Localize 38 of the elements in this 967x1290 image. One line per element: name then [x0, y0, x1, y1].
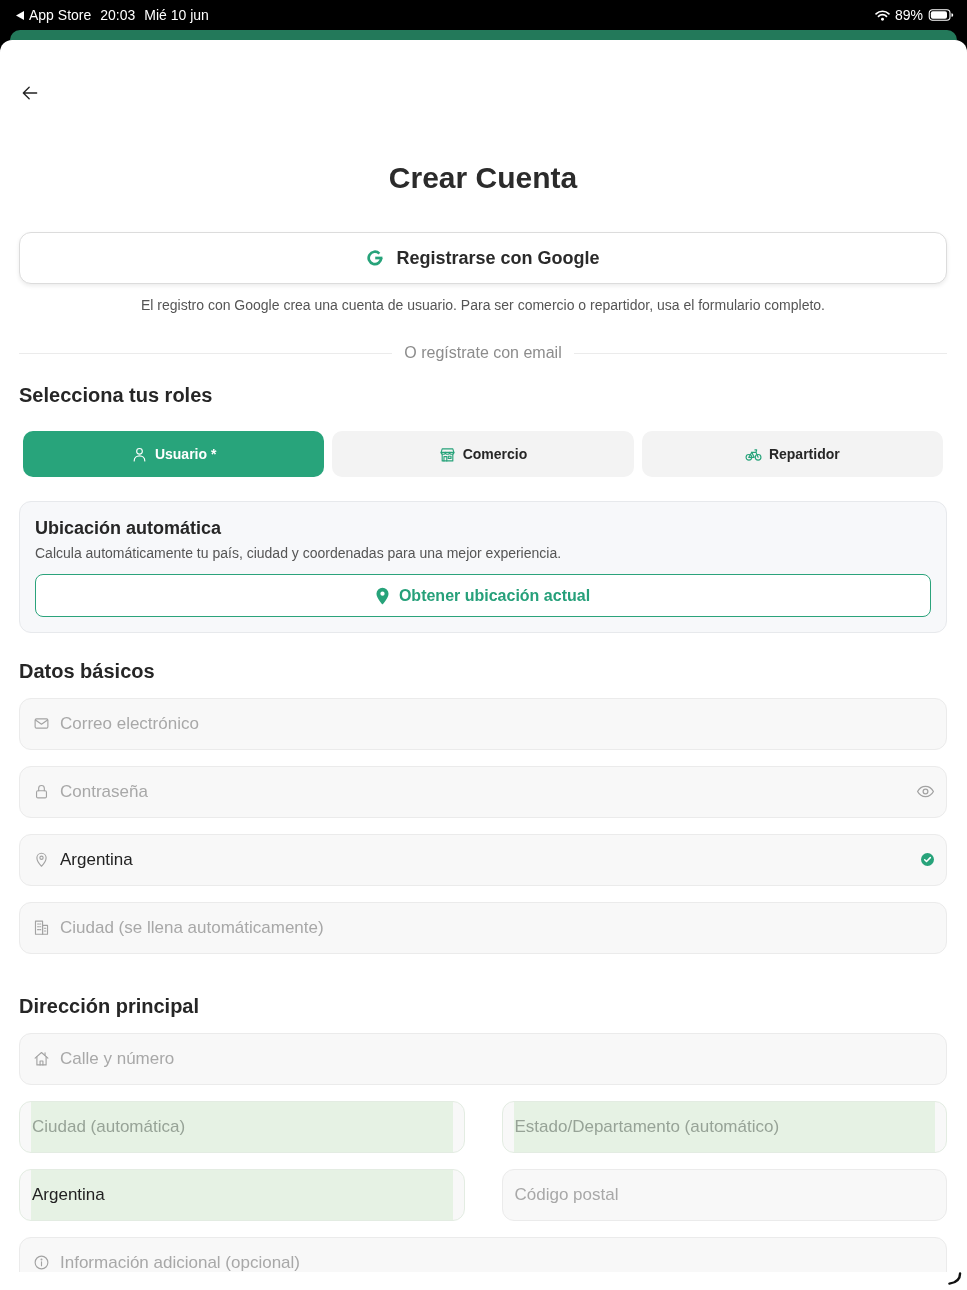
role-tab[interactable]: Comercio	[332, 431, 634, 477]
text-field[interactable]: Ciudad (automática)	[19, 1101, 465, 1153]
clock-time: 20:03	[100, 7, 136, 23]
password-field[interactable]: Contraseña	[19, 766, 947, 818]
battery-percent: 89%	[894, 7, 923, 23]
store-icon	[438, 445, 456, 463]
role-tab[interactable]: Repartidor	[641, 431, 943, 477]
resize-handle-icon[interactable]	[947, 1272, 962, 1285]
status-date: Mié 10 jun	[144, 7, 209, 23]
street-field[interactable]: Calle y número	[19, 1033, 947, 1085]
house-icon	[33, 1050, 50, 1067]
text-field[interactable]: Argentina	[19, 1169, 465, 1221]
back-to-app-link[interactable]: App Store	[16, 7, 92, 23]
email-field[interactable]: Correo electrónico	[19, 698, 947, 750]
section-heading: Selecciona tus roles	[19, 383, 214, 407]
page-title: Crear Cuenta	[387, 160, 579, 196]
info-field[interactable]: Información adicional (opcional)	[19, 1237, 947, 1272]
lock-icon	[33, 783, 50, 800]
google-signup-button[interactable]: Registrarse con Google	[19, 232, 947, 284]
wifi-icon	[874, 9, 890, 21]
battery-icon	[928, 9, 954, 21]
building-icon	[33, 919, 50, 936]
city-field[interactable]: Ciudad (se llena automáticamente)	[19, 902, 947, 954]
map-pin-icon	[375, 586, 389, 605]
card-description: Calcula automáticamente tu país, ciudad y coordenadas para una mejor experiencia.	[35, 544, 563, 562]
text-field[interactable]: Código postal	[501, 1169, 947, 1221]
g-logo-icon	[366, 249, 385, 267]
triangle-icon	[16, 10, 24, 20]
card-title: Ubicación automática	[35, 517, 223, 539]
map-pin-icon	[33, 851, 50, 868]
country-field[interactable]: Argentina	[19, 834, 947, 886]
mail-icon	[33, 715, 50, 732]
divider-label: O regístrate con email	[404, 344, 562, 362]
section-heading: Dirección principal	[19, 994, 201, 1018]
section-heading: Datos básicos	[19, 659, 156, 683]
google-note: El registro con Google crea una cuenta de usuario. Para ser comercio o repartidor, usa el formulario completo.	[140, 296, 826, 314]
info-icon	[33, 1254, 50, 1271]
text-field[interactable]: Estado/Departamento (automático)	[501, 1101, 947, 1153]
